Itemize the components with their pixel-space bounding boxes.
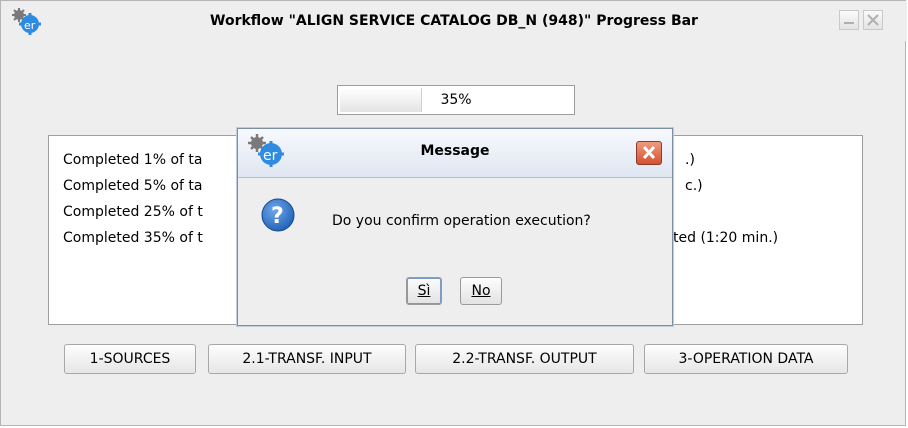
progress-bar: 35%: [337, 85, 575, 115]
log-line: Completed 1% of ta: [63, 152, 203, 168]
log-line: Completed 5% of ta: [63, 178, 203, 194]
dialog-message: Do you confirm operation execution?: [332, 213, 591, 229]
log-line-tail: .): [685, 152, 695, 168]
log-line-tail: ted (1:20 min.): [673, 230, 779, 246]
message-dialog: er Message ? Do you confirm operation ex…: [237, 128, 673, 326]
dialog-title-bar[interactable]: er Message: [238, 129, 672, 178]
yes-button-label: Sì: [417, 283, 431, 299]
log-line: Completed 25% of t: [63, 204, 203, 220]
sources-button[interactable]: 1-SOURCES: [64, 344, 196, 374]
dialog-close-button[interactable]: [636, 141, 662, 165]
transf-output-button[interactable]: 2.2-TRANSF. OUTPUT: [415, 344, 634, 374]
log-line-tail: c.): [685, 178, 703, 194]
minimize-button[interactable]: [839, 10, 859, 30]
yes-button[interactable]: Sì: [406, 277, 442, 305]
close-button[interactable]: [863, 10, 883, 30]
operation-data-button[interactable]: 3-OPERATION DATA: [644, 344, 848, 374]
progress-window: er Workflow "ALIGN SERVICE CATALOG DB_N …: [0, 0, 907, 426]
log-line: Completed 35% of t: [63, 230, 203, 246]
no-button[interactable]: No: [460, 277, 502, 305]
progress-label: 35%: [440, 92, 472, 108]
dialog-title: Message: [420, 143, 490, 159]
no-button-label: No: [471, 283, 491, 299]
svg-text:?: ?: [271, 204, 284, 229]
question-icon: ?: [260, 197, 296, 233]
title-bar[interactable]: er Workflow "ALIGN SERVICE CATALOG DB_N …: [1, 1, 907, 41]
transf-input-button[interactable]: 2.1-TRANSF. INPUT: [208, 344, 406, 374]
window-title: Workflow "ALIGN SERVICE CATALOG DB_N (94…: [210, 13, 698, 29]
